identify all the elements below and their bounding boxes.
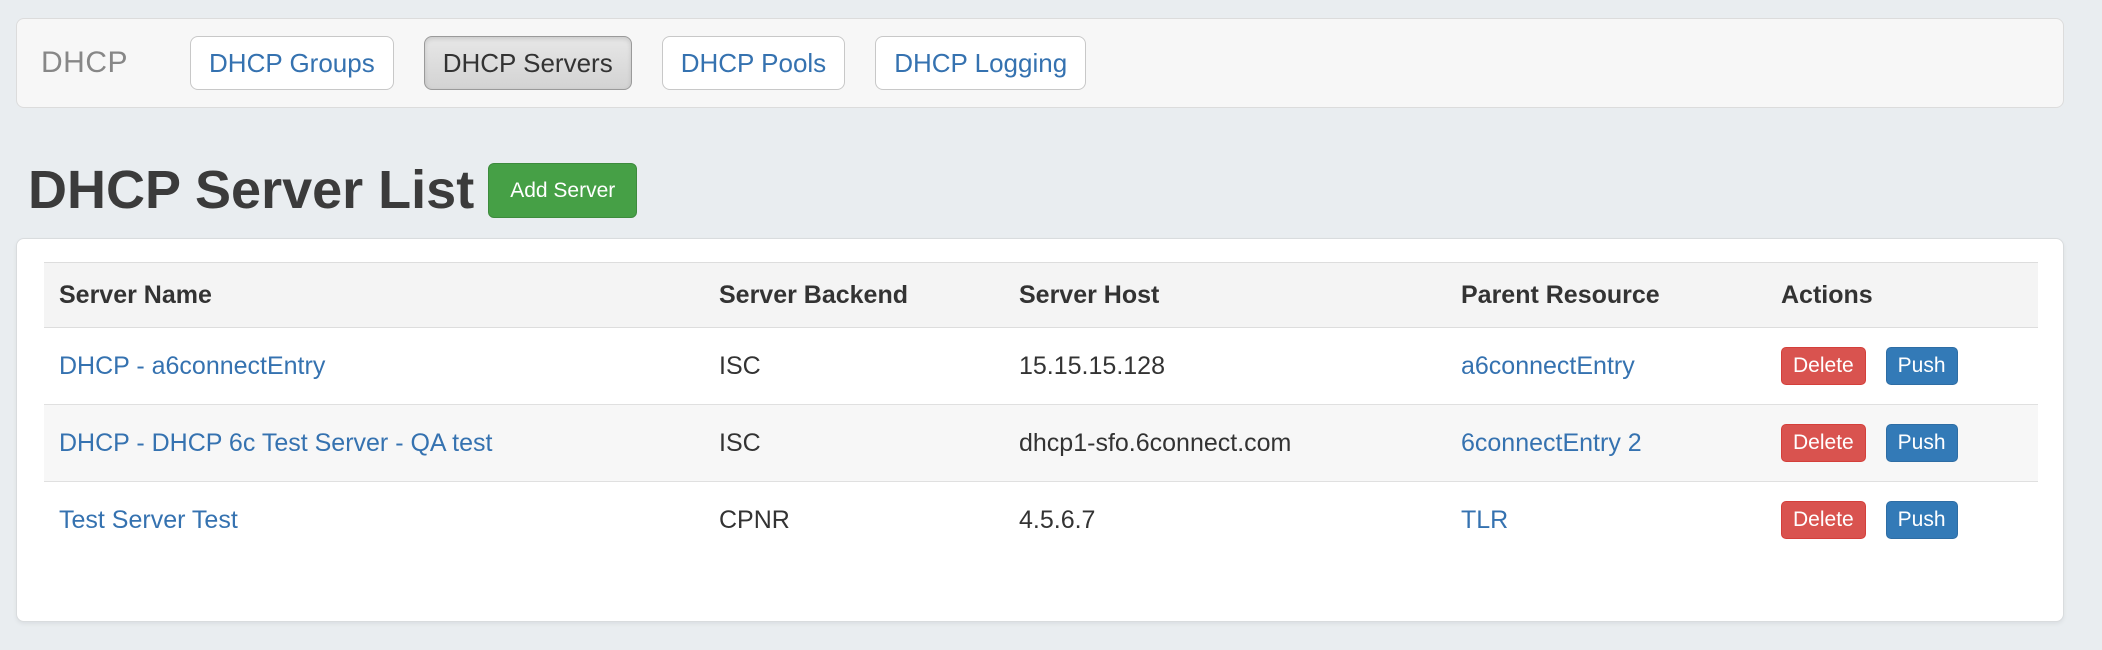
dhcp-toolbar: DHCP DHCP Groups DHCP Servers DHCP Pools… [16, 18, 2064, 108]
col-header-server-name: Server Name [44, 263, 704, 328]
page-container: DHCP DHCP Groups DHCP Servers DHCP Pools… [16, 18, 2064, 622]
server-list-card: Server Name Server Backend Server Host P… [16, 238, 2064, 622]
push-button[interactable]: Push [1886, 501, 1958, 539]
delete-button[interactable]: Delete [1781, 347, 1866, 385]
col-header-actions: Actions [1766, 263, 2038, 328]
parent-resource-link[interactable]: a6connectEntry [1461, 352, 1635, 380]
server-name-link[interactable]: DHCP - DHCP 6c Test Server - QA test [59, 429, 492, 457]
server-backend-cell: CPNR [704, 482, 1004, 559]
tab-dhcp-servers[interactable]: DHCP Servers [424, 36, 632, 90]
tab-dhcp-groups[interactable]: DHCP Groups [190, 36, 394, 90]
server-host-cell: 15.15.15.128 [1004, 328, 1446, 405]
parent-resource-link[interactable]: 6connectEntry 2 [1461, 429, 1642, 457]
parent-resource-link[interactable]: TLR [1461, 506, 1508, 534]
tab-dhcp-pools[interactable]: DHCP Pools [662, 36, 845, 90]
server-name-link[interactable]: DHCP - a6connectEntry [59, 352, 325, 380]
server-host-cell: 4.5.6.7 [1004, 482, 1446, 559]
table-header-row: Server Name Server Backend Server Host P… [44, 263, 2038, 328]
server-name-link[interactable]: Test Server Test [59, 506, 238, 534]
dhcp-tab-group: DHCP Groups DHCP Servers DHCP Pools DHCP… [190, 36, 1086, 90]
section-title: DHCP [41, 46, 128, 80]
table-row: DHCP - DHCP 6c Test Server - QA test ISC… [44, 405, 2038, 482]
server-backend-cell: ISC [704, 328, 1004, 405]
push-button[interactable]: Push [1886, 424, 1958, 462]
page-title: DHCP Server List [28, 160, 474, 220]
server-host-cell: dhcp1-sfo.6connect.com [1004, 405, 1446, 482]
server-backend-cell: ISC [704, 405, 1004, 482]
tab-dhcp-logging[interactable]: DHCP Logging [875, 36, 1086, 90]
delete-button[interactable]: Delete [1781, 424, 1866, 462]
col-header-server-host: Server Host [1004, 263, 1446, 328]
delete-button[interactable]: Delete [1781, 501, 1866, 539]
push-button[interactable]: Push [1886, 347, 1958, 385]
table-row: DHCP - a6connectEntry ISC 15.15.15.128 a… [44, 328, 2038, 405]
col-header-parent-resource: Parent Resource [1446, 263, 1766, 328]
table-row: Test Server Test CPNR 4.5.6.7 TLR Delete… [44, 482, 2038, 559]
add-server-button[interactable]: Add Server [488, 163, 637, 218]
col-header-server-backend: Server Backend [704, 263, 1004, 328]
server-table: Server Name Server Backend Server Host P… [44, 262, 2038, 558]
page-heading: DHCP Server List Add Server [16, 160, 2064, 220]
